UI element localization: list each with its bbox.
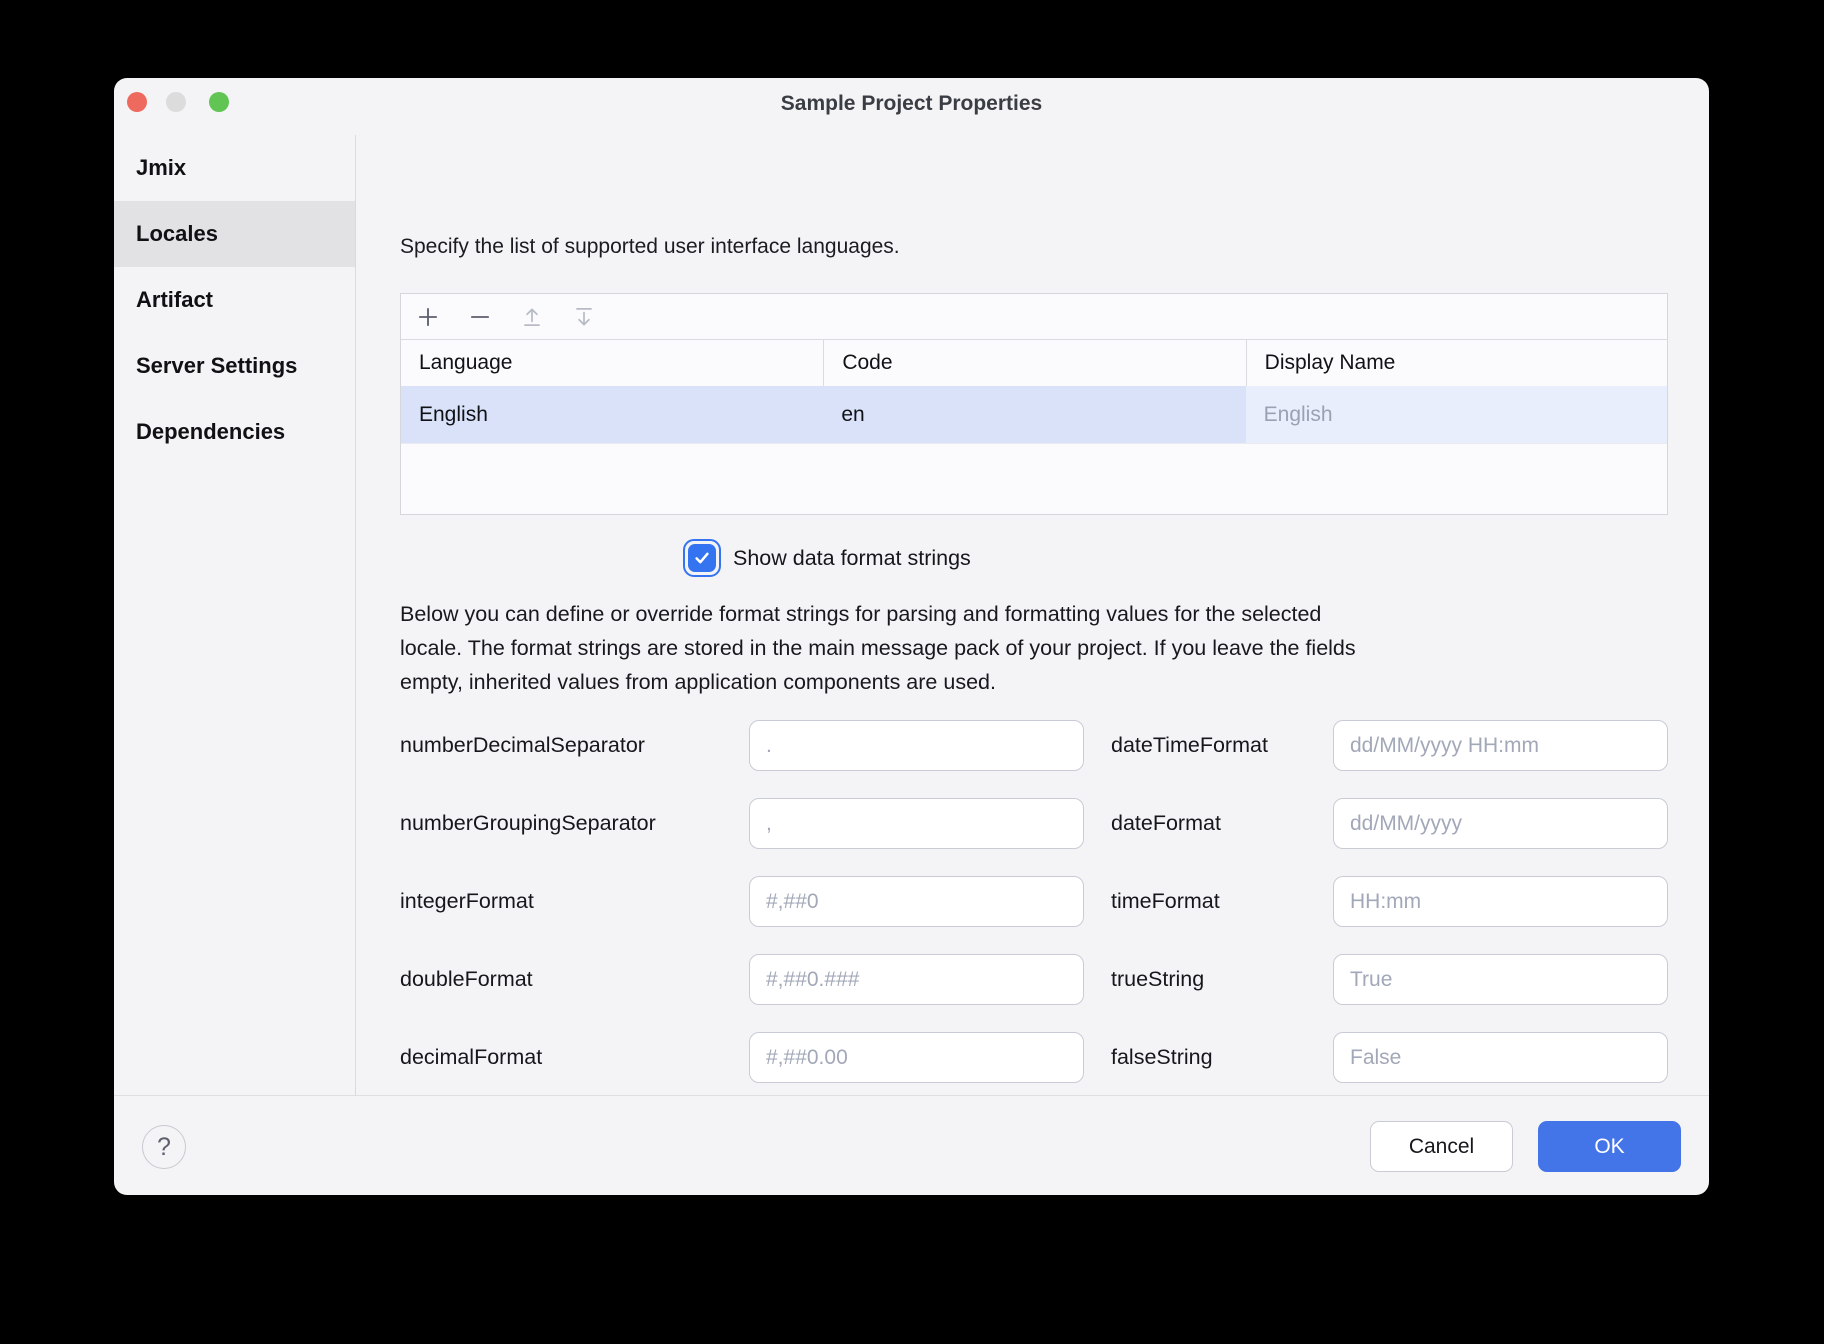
move-locale-up-button[interactable] [519,304,545,330]
minus-icon [467,304,493,330]
sidebar-item-dependencies[interactable]: Dependencies [114,399,355,465]
label-dateTimeFormat: dateTimeFormat [1111,720,1333,771]
locales-page: Specify the list of supported user inter… [400,135,1668,1095]
sidebar-item-locales[interactable]: Locales [114,201,355,267]
cell-display-name: English [1246,386,1667,443]
table-header: Language Code Display Name [401,340,1667,386]
window-title: Sample Project Properties [114,78,1709,135]
locales-toolbar [401,294,1667,340]
input-decimalFormat[interactable] [749,1032,1084,1083]
help-button[interactable]: ? [142,1125,186,1169]
format-strings-description: Below you can define or override format … [400,597,1660,699]
label-doubleFormat: doubleFormat [400,954,749,1005]
page-instruction: Specify the list of supported user inter… [400,235,900,259]
form-gap [1084,954,1111,1005]
label-numberDecimalSeparator: numberDecimalSeparator [400,720,749,771]
label-dateFormat: dateFormat [1111,798,1333,849]
sidebar-item-artifact[interactable]: Artifact [114,267,355,333]
cancel-button[interactable]: Cancel [1370,1121,1513,1172]
description-line: locale. The format strings are stored in… [400,631,1660,665]
project-properties-dialog: Sample Project Properties Jmix Locales A… [114,78,1709,1195]
description-line: Below you can define or override format … [400,597,1660,631]
title-bar: Sample Project Properties [114,78,1709,135]
column-header-language: Language [401,340,823,386]
sidebar-item-jmix[interactable]: Jmix [114,135,355,201]
input-dateTimeFormat[interactable] [1333,720,1668,771]
input-dateFormat[interactable] [1333,798,1668,849]
cell-language: English [401,386,823,443]
table-empty-area [401,444,1667,515]
input-doubleFormat[interactable] [749,954,1084,1005]
label-trueString: trueString [1111,954,1333,1005]
minimize-window-button [166,92,186,112]
arrow-down-to-line-icon [571,304,597,330]
checkbox-box [688,544,716,572]
ok-button[interactable]: OK [1538,1121,1681,1172]
checkmark-icon [692,548,712,568]
zoom-window-button[interactable] [209,92,229,112]
format-fields-form: numberDecimalSeparator dateTimeFormat nu… [400,720,1668,1083]
close-window-button[interactable] [127,92,147,112]
label-decimalFormat: decimalFormat [400,1032,749,1083]
column-header-code: Code [823,340,1245,386]
sidebar-divider [355,135,356,1095]
cell-code: en [823,386,1245,443]
table-row-english[interactable]: English en English [401,386,1667,444]
remove-locale-button[interactable] [467,304,493,330]
label-numberGroupingSeparator: numberGroupingSeparator [400,798,749,849]
dialog-footer: ? Cancel OK [114,1095,1709,1195]
column-header-display-name: Display Name [1246,340,1667,386]
settings-sidebar: Jmix Locales Artifact Server Settings De… [114,135,355,1173]
move-locale-down-button[interactable] [571,304,597,330]
arrow-up-from-line-icon [519,304,545,330]
show-data-format-strings-checkbox[interactable] [683,539,721,577]
plus-icon [415,304,441,330]
form-gap [1084,798,1111,849]
input-numberGroupingSeparator[interactable] [749,798,1084,849]
input-falseString[interactable] [1333,1032,1668,1083]
locales-table: Language Code Display Name English en En… [400,293,1668,515]
input-integerFormat[interactable] [749,876,1084,927]
form-gap [1084,876,1111,927]
form-gap [1084,720,1111,771]
input-trueString[interactable] [1333,954,1668,1005]
input-timeFormat[interactable] [1333,876,1668,927]
input-numberDecimalSeparator[interactable] [749,720,1084,771]
sidebar-item-server-settings[interactable]: Server Settings [114,333,355,399]
checkbox-label: Show data format strings [733,539,971,577]
add-locale-button[interactable] [415,304,441,330]
description-line: empty, inherited values from application… [400,665,1660,699]
label-falseString: falseString [1111,1032,1333,1083]
label-integerFormat: integerFormat [400,876,749,927]
label-timeFormat: timeFormat [1111,876,1333,927]
form-gap [1084,1032,1111,1083]
